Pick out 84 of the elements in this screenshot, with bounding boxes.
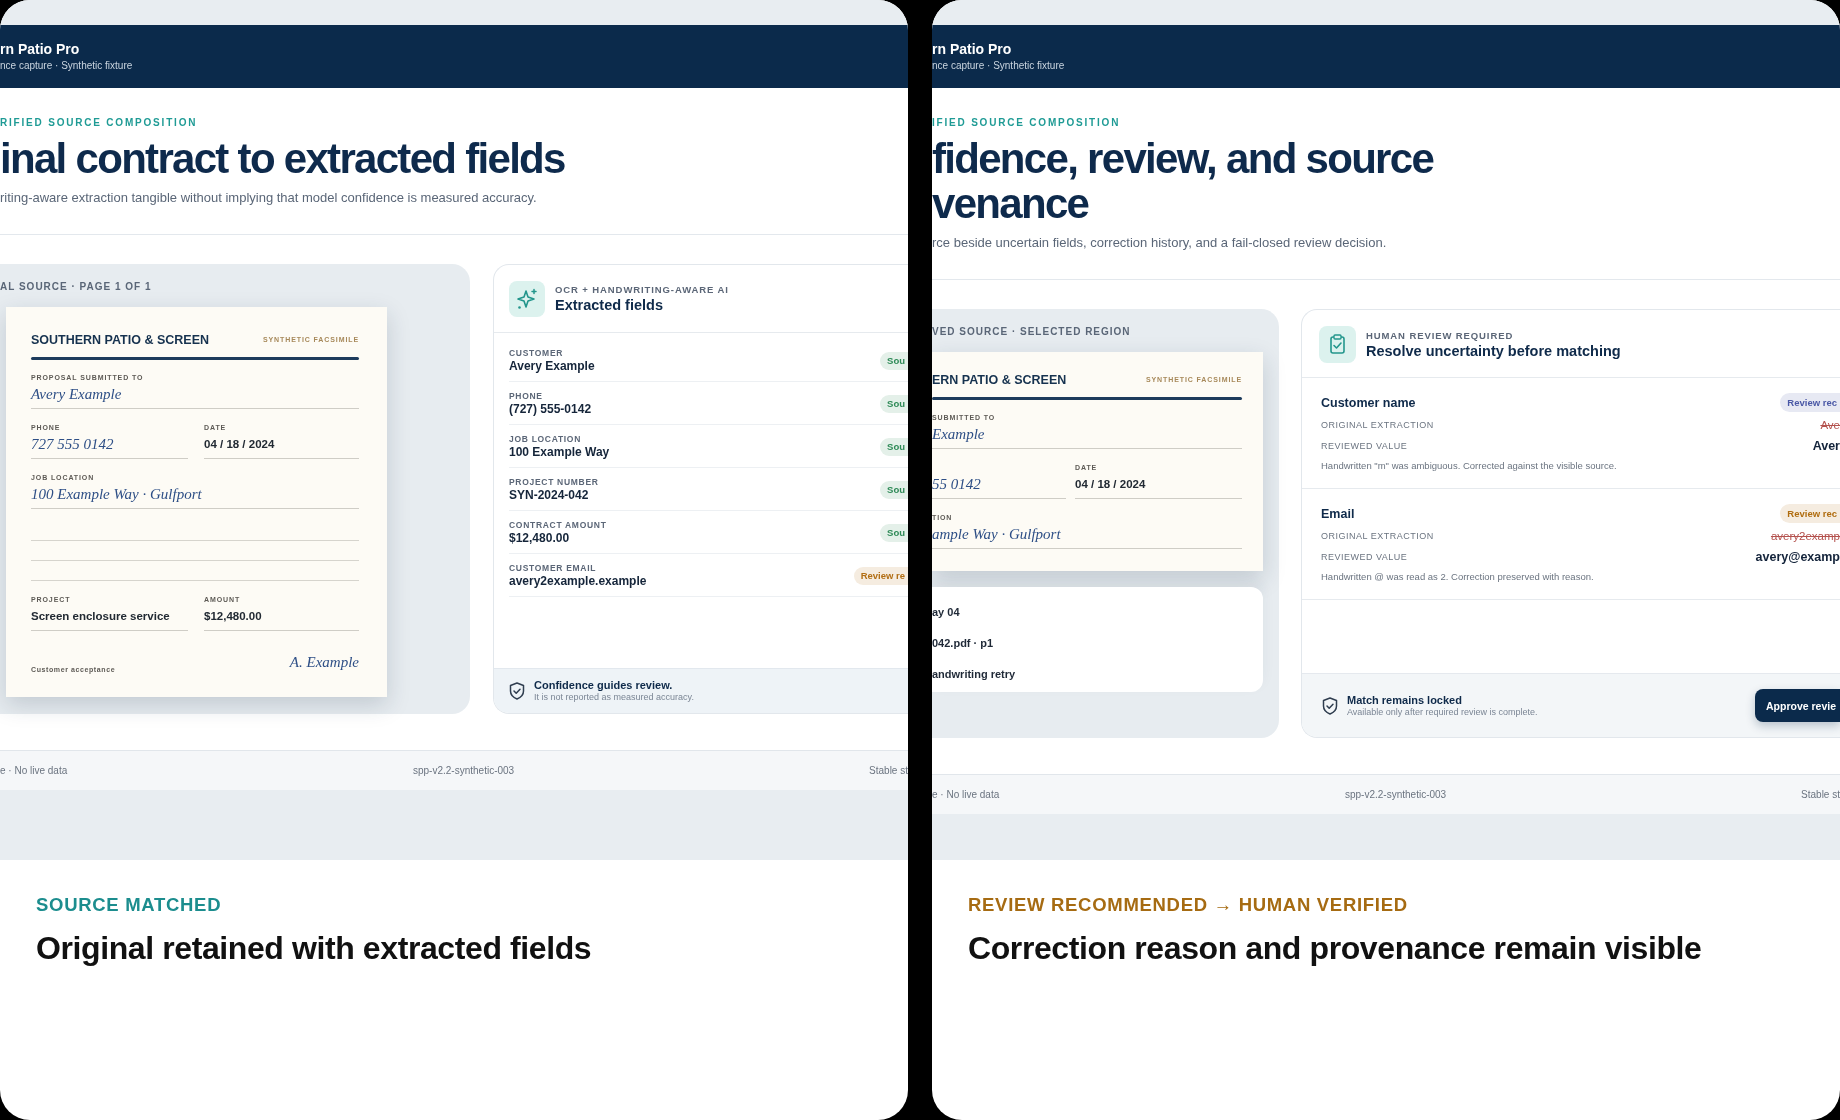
handwritten-value: 100 Example Way · Gulfport xyxy=(31,485,202,503)
build-id: spp-v2.2-synthetic-003 xyxy=(1345,788,1447,801)
correction-note: Handwritten @ was read as 2. Correction preserved with reason. xyxy=(1321,570,1594,584)
company-name: SOUTHERN PATIO & SCREEN xyxy=(31,332,210,349)
build-id: spp-v2.2-synthetic-003 xyxy=(413,764,515,777)
value-label: REVIEWED VALUE xyxy=(1321,551,1408,564)
footer-text: e · No live data xyxy=(0,764,68,777)
footer-text: e · No live data xyxy=(932,788,1000,801)
reviewed-value: avery@examp xyxy=(1755,550,1840,564)
caption-heading: Correction reason and provenance remain visible xyxy=(968,929,1702,967)
original-value: avery2examp xyxy=(1770,529,1840,543)
original-value: Ave xyxy=(1820,418,1840,432)
note-title: Confidence guides review. xyxy=(534,679,673,691)
panel-title: Extracted fields xyxy=(555,296,663,314)
field-label: PHONE xyxy=(509,391,543,401)
typed-value: 04 / 18 / 2024 xyxy=(1075,477,1146,492)
lock-text: Available only after required review is complete. xyxy=(1347,705,1538,718)
correction-note: Handwritten "m" was ambiguous. Corrected against the visible source. xyxy=(1321,459,1617,473)
value-label: ORIGINAL EXTRACTION xyxy=(1321,530,1434,543)
field-label: JOB LOCATION xyxy=(509,434,581,444)
handwritten-value: 727 555 0142 xyxy=(31,435,114,453)
field-label: CUSTOMER EMAIL xyxy=(509,563,597,573)
note-text: It is not reported as measured accuracy. xyxy=(534,691,694,703)
status-badge: Review rec xyxy=(1780,504,1840,523)
value-label: REVIEWED VALUE xyxy=(1321,440,1408,453)
handwritten-value: Avery Example xyxy=(31,385,122,403)
provenance-item: andwriting retry xyxy=(932,667,1016,681)
footer-text: Stable st xyxy=(1801,788,1840,801)
status-label: SOURCE MATCHED xyxy=(36,894,222,916)
status-badge: Sou xyxy=(880,524,908,542)
lock-title: Match remains locked xyxy=(1347,693,1462,706)
field-label: PROJECT NUMBER xyxy=(509,477,599,487)
shield-check-icon xyxy=(1322,696,1338,715)
status-badge: Sou xyxy=(880,438,908,456)
page-title: inal contract to extracted fields xyxy=(0,136,565,181)
status-badge: Review rec xyxy=(1780,393,1840,412)
panel-label: VED SOURCE · SELECTED REGION xyxy=(932,326,1131,338)
field-value: SYN-2024-042 xyxy=(509,487,589,503)
signature: A. Example xyxy=(289,653,359,671)
company-name: ERN PATIO & SCREEN xyxy=(932,372,1067,389)
typed-value: 04 / 18 / 2024 xyxy=(204,437,275,452)
app-name: rn Patio Pro xyxy=(932,41,1012,58)
approve-button[interactable]: Approve revie xyxy=(1754,689,1840,722)
status-badge: Sou xyxy=(880,395,908,413)
reviewed-value: Aver xyxy=(1812,439,1840,453)
section-eyebrow: RIFIED SOURCE COMPOSITION xyxy=(0,116,198,130)
panel-eyebrow: OCR + HANDWRITING-AWARE AI xyxy=(555,284,729,296)
review-field-name: Customer name xyxy=(1321,394,1416,411)
handwritten-value: 55 0142 xyxy=(932,475,981,493)
handwritten-value: Example xyxy=(932,425,985,443)
typed-value: $12,480.00 xyxy=(204,609,262,624)
handwritten-value: ample Way · Gulfport xyxy=(932,525,1061,543)
clipboard-check-icon xyxy=(1319,326,1356,363)
app-subtitle: nce capture · Synthetic fixture xyxy=(932,59,1065,72)
field-value: 100 Example Way xyxy=(509,444,610,460)
app-subtitle: nce capture · Synthetic fixture xyxy=(0,59,133,72)
panel-label: AL SOURCE · PAGE 1 OF 1 xyxy=(0,281,152,293)
provenance-item: ay 04 xyxy=(932,605,960,619)
provenance-item: 042.pdf · p1 xyxy=(932,636,994,650)
field-value: (727) 555-0142 xyxy=(509,401,592,417)
page-description: riting-aware extraction tangible without implying that model confidence is measured accuracy. xyxy=(0,190,537,206)
app-name: rn Patio Pro xyxy=(0,41,80,58)
field-value: Avery Example xyxy=(509,358,595,374)
section-eyebrow: IFIED SOURCE COMPOSITION xyxy=(932,116,1121,130)
footer-text: Stable st xyxy=(869,764,908,777)
panel-eyebrow: HUMAN REVIEW REQUIRED xyxy=(1366,329,1514,342)
caption-heading: Original retained with extracted fields xyxy=(36,929,592,967)
status-badge: Review re xyxy=(853,567,908,585)
page-title: fidence, review, and source xyxy=(932,136,1434,181)
status-badge: Sou xyxy=(880,352,908,370)
field-value: avery2example.example xyxy=(509,573,647,589)
status-badge: Sou xyxy=(880,481,908,499)
sparkle-icon xyxy=(509,281,545,317)
field-label: CONTRACT AMOUNT xyxy=(509,520,607,530)
field-value: $12,480.00 xyxy=(509,530,570,546)
typed-value: Screen enclosure service xyxy=(31,609,170,624)
panel-title: Resolve uncertainty before matching xyxy=(1366,341,1621,360)
page-title: venance xyxy=(932,181,1089,226)
status-label: REVIEW RECOMMENDED → HUMAN VERIFIED xyxy=(968,894,1408,916)
shield-check-icon xyxy=(509,682,525,700)
field-label: CUSTOMER xyxy=(509,348,564,358)
page-description: rce beside uncertain fields, correction history, and a fail-closed review decision. xyxy=(932,235,1387,251)
review-field-name: Email xyxy=(1321,505,1355,522)
value-label: ORIGINAL EXTRACTION xyxy=(1321,419,1434,432)
